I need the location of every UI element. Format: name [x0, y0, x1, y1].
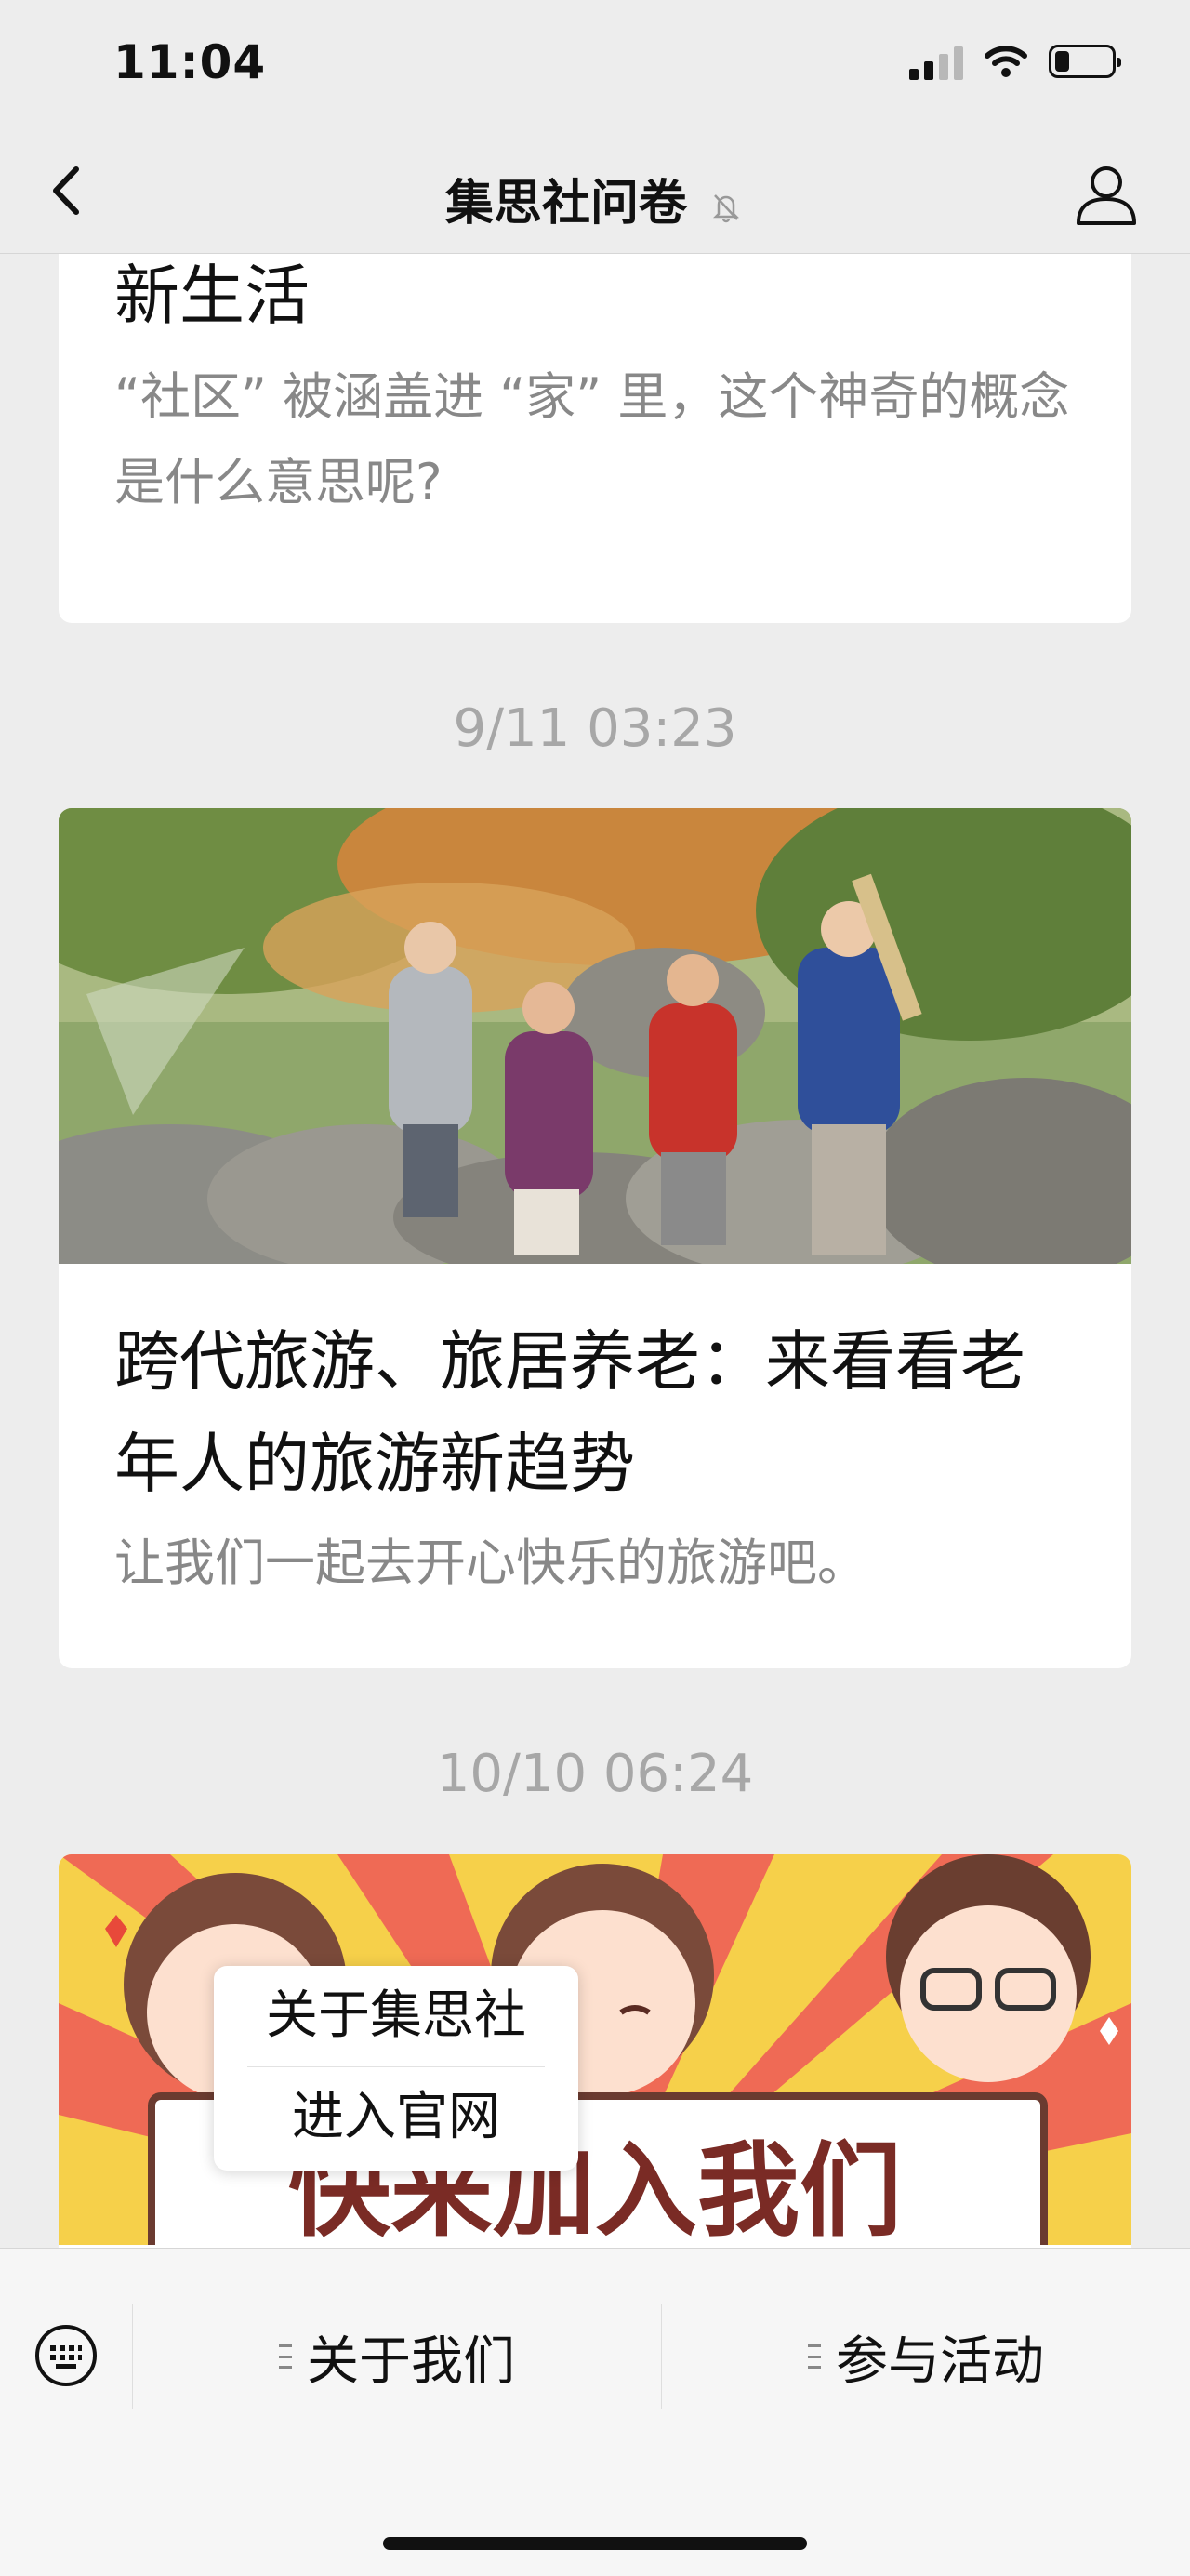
status-icons — [909, 43, 1121, 80]
article-cover-image — [59, 808, 1131, 1264]
profile-icon[interactable] — [1069, 158, 1144, 232]
article-card[interactable]: 跨代旅游、旅居养老：来看看老年人的旅游新趋势 让我们一起去开心快乐的旅游吧。 — [59, 808, 1131, 1668]
article-card[interactable]: 新生活 “社区” 被涵盖进 “家” 里，这个神奇的概念是什么意思呢? — [59, 254, 1131, 623]
nav-bar: 集思社问卷 — [0, 139, 1190, 254]
menu-about-us-label: 关于我们 — [307, 2330, 515, 2392]
menu-join-activity-label: 参与活动 — [836, 2330, 1044, 2392]
article-desc: 让我们一起去开心快乐的旅游吧。 — [114, 1534, 867, 1592]
submenu-icon — [279, 2344, 292, 2369]
message-timestamp: 10/10 06:24 — [436, 1744, 754, 1804]
page-title-text: 集思社问卷 — [444, 176, 687, 232]
wifi-icon — [985, 46, 1027, 77]
submenu-icon — [808, 2344, 821, 2369]
menu-about-us-button[interactable]: 关于我们 — [133, 2304, 661, 2409]
status-time: 11:04 — [113, 35, 267, 89]
popup-menu: 关于集思社 进入官网 — [214, 1966, 578, 2171]
menu-join-activity-button[interactable]: 参与活动 — [662, 2304, 1190, 2409]
popup-item-about-jisishe[interactable]: 关于集思社 — [214, 1966, 578, 2066]
keyboard-toggle-icon[interactable] — [33, 2323, 99, 2388]
home-indicator[interactable] — [383, 2537, 807, 2550]
mute-bell-icon — [713, 194, 740, 223]
article-title: 跨代旅游、旅居养老：来看看老年人的旅游新趋势 — [114, 1323, 1025, 1502]
bottom-menu-bar: 关于我们 参与活动 — [0, 2248, 1190, 2576]
message-timestamp: 9/11 03:23 — [453, 698, 737, 759]
message-feed[interactable]: 新生活 “社区” 被涵盖进 “家” 里，这个神奇的概念是什么意思呢? 9/11 … — [0, 254, 1190, 2248]
article-title: 新生活 — [114, 258, 310, 334]
battery-icon — [1049, 45, 1121, 78]
article-desc: “社区” 被涵盖进 “家” 里，这个神奇的概念是什么意思呢? — [114, 367, 1070, 511]
cellular-signal-icon — [909, 43, 963, 80]
status-bar: 11:04 — [0, 0, 1190, 139]
page-title: 集思社问卷 — [0, 164, 1190, 233]
popup-item-official-site[interactable]: 进入官网 — [214, 2067, 578, 2168]
